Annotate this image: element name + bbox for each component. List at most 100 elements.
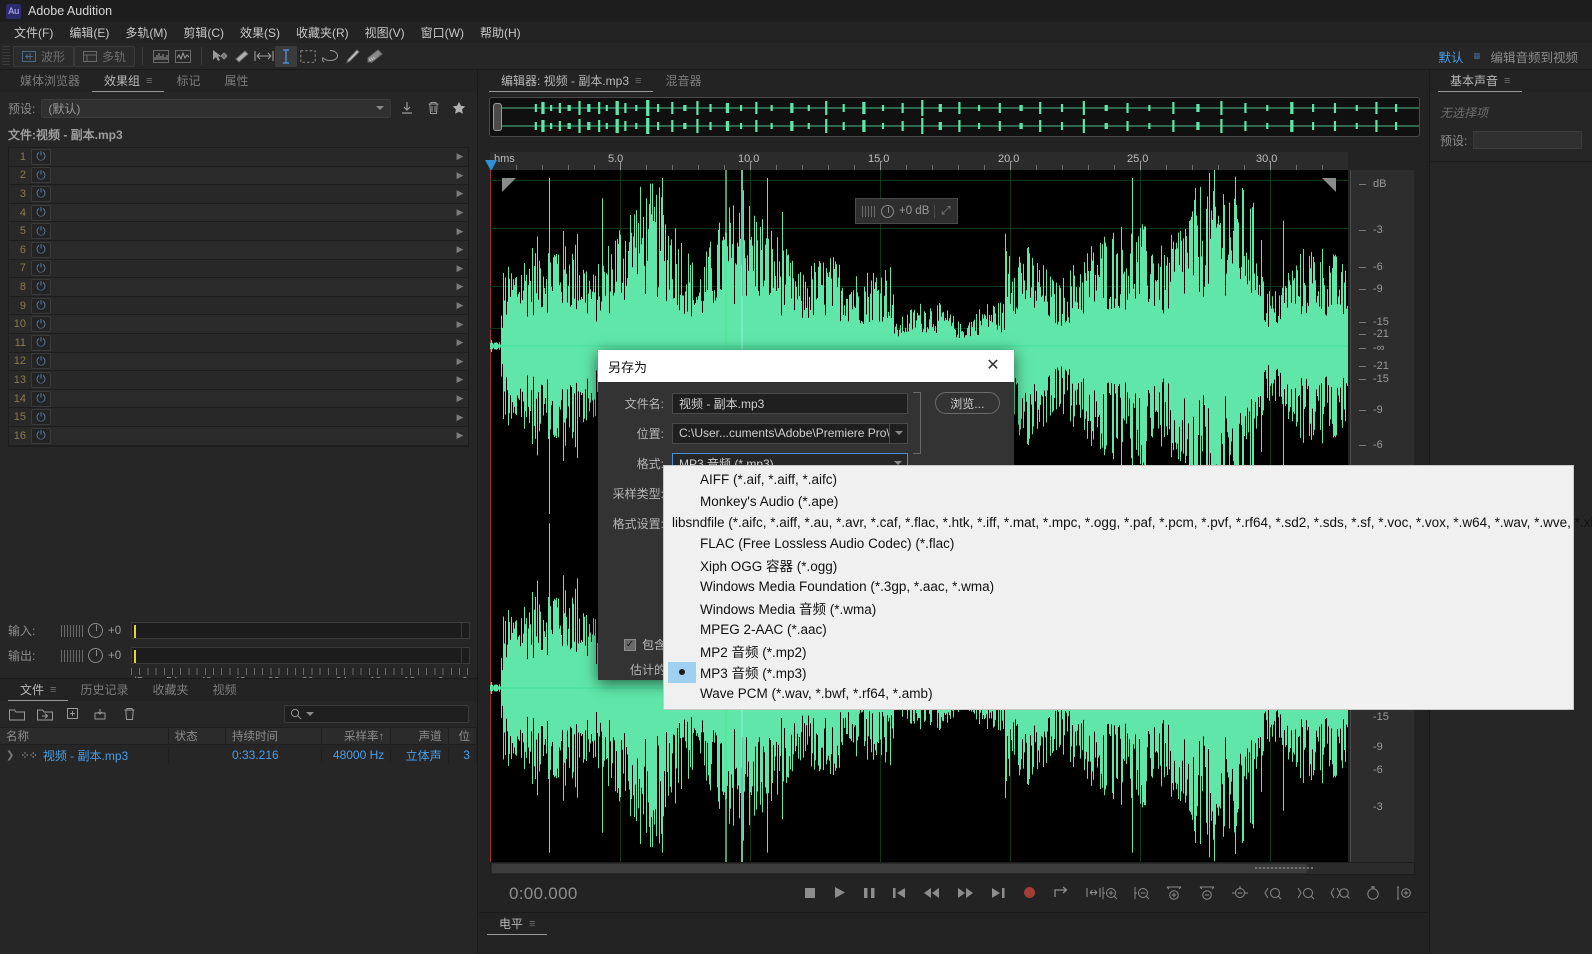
skip-start-icon[interactable] bbox=[893, 887, 906, 902]
chevron-right-icon[interactable]: ▶ bbox=[452, 151, 468, 162]
effect-slot[interactable]: 10⏻▶ bbox=[9, 315, 468, 334]
power-icon[interactable]: ⏻ bbox=[31, 409, 51, 425]
menu-file[interactable]: 文件(F) bbox=[6, 22, 61, 43]
chevron-right-icon[interactable]: ▶ bbox=[452, 207, 468, 218]
zoom-point-icon[interactable] bbox=[1396, 885, 1413, 904]
effect-slot[interactable]: 8⏻▶ bbox=[9, 278, 468, 297]
tab-video[interactable]: 视频 bbox=[200, 679, 248, 701]
chevron-right-icon[interactable]: ▶ bbox=[452, 170, 468, 181]
export-file-icon[interactable] bbox=[92, 705, 110, 723]
dropdown-item-mpeg2-aac[interactable]: MPEG 2-AAC (*.aac) bbox=[664, 619, 1573, 640]
power-icon[interactable]: ⏻ bbox=[31, 353, 51, 369]
zoom-out-full-icon[interactable] bbox=[1231, 885, 1249, 904]
effect-slot[interactable]: 14⏻▶ bbox=[9, 390, 468, 409]
power-icon[interactable]: ⏻ bbox=[31, 298, 51, 314]
chevron-right-icon[interactable]: ▶ bbox=[452, 337, 468, 348]
effects-panel-menu-icon[interactable]: ≡ bbox=[146, 70, 152, 92]
zoom-in-time-icon[interactable] bbox=[1101, 885, 1118, 904]
text-cursor-icon[interactable] bbox=[275, 46, 297, 67]
open-file-icon[interactable] bbox=[8, 705, 26, 723]
waveform-view-button[interactable]: 波形 bbox=[13, 46, 74, 67]
power-icon[interactable]: ⏻ bbox=[31, 316, 51, 332]
fast-forward-icon[interactable] bbox=[958, 887, 974, 902]
tab-favorites[interactable]: 收藏夹 bbox=[140, 679, 200, 701]
tab-levels[interactable]: 电平 ≡ bbox=[487, 913, 547, 935]
effect-slot[interactable]: 5⏻▶ bbox=[9, 222, 468, 241]
scrollbar-grip-dots[interactable] bbox=[1254, 866, 1314, 871]
chevron-right-icon[interactable]: ▶ bbox=[452, 430, 468, 441]
preset-combo[interactable]: (默认) bbox=[41, 99, 391, 118]
column-duration[interactable]: 持续时间 bbox=[226, 728, 322, 744]
chevron-right-icon[interactable]: ▶ bbox=[452, 319, 468, 330]
chevron-right-icon[interactable]: ▶ bbox=[452, 300, 468, 311]
overview-left-handle[interactable] bbox=[493, 103, 502, 131]
column-channels[interactable]: 声道 bbox=[391, 728, 448, 744]
workspace-name-label[interactable]: 编辑音频到视频 bbox=[1490, 47, 1578, 66]
tab-editor[interactable]: 编辑器: 视频 - 副本.mp3 ≡ bbox=[489, 70, 653, 92]
column-status[interactable]: 状态 bbox=[169, 728, 226, 744]
lasso-selection-icon[interactable] bbox=[319, 46, 341, 67]
spot-healing-brush-icon[interactable] bbox=[363, 46, 385, 67]
chevron-right-icon[interactable]: ▶ bbox=[452, 412, 468, 423]
power-icon[interactable]: ⏻ bbox=[31, 242, 51, 258]
menu-effects[interactable]: 效果(S) bbox=[232, 22, 288, 43]
marquee-selection-icon[interactable] bbox=[297, 46, 319, 67]
horizontal-scrollbar[interactable] bbox=[490, 862, 1415, 875]
essential-panel-menu-icon[interactable]: ≡ bbox=[1504, 70, 1510, 92]
power-icon[interactable]: ⏻ bbox=[31, 205, 51, 221]
effect-slot[interactable]: 16⏻▶ bbox=[9, 427, 468, 446]
dropdown-item-wmf[interactable]: Windows Media Foundation (*.3gp, *.aac, … bbox=[664, 576, 1573, 597]
dropdown-item-wma[interactable]: Windows Media 音频 (*.wma) bbox=[664, 597, 1573, 618]
effect-slot[interactable]: 2⏻▶ bbox=[9, 167, 468, 186]
column-name[interactable]: 名称 bbox=[0, 728, 169, 744]
tab-history[interactable]: 历史记录 bbox=[68, 679, 140, 701]
power-icon[interactable]: ⏻ bbox=[31, 391, 51, 407]
new-file-icon[interactable] bbox=[64, 705, 82, 723]
output-level-meter[interactable] bbox=[131, 647, 470, 664]
clip-gain-control[interactable]: +0 dB ⤢ bbox=[855, 198, 958, 224]
tab-effects-rack[interactable]: 效果组 ≡ bbox=[92, 70, 164, 92]
zoom-in-amplitude-icon[interactable] bbox=[1165, 885, 1183, 904]
chevron-right-icon[interactable]: ▶ bbox=[452, 244, 468, 255]
files-search-input[interactable] bbox=[284, 705, 469, 723]
multitrack-view-button[interactable]: 多轨 bbox=[74, 46, 135, 67]
effect-slot[interactable]: 9⏻▶ bbox=[9, 297, 468, 316]
stop-icon[interactable] bbox=[804, 887, 816, 902]
skip-end-icon[interactable] bbox=[992, 887, 1005, 902]
tab-media-browser[interactable]: 媒体浏览器 bbox=[8, 70, 92, 92]
chevron-right-icon[interactable]: ▶ bbox=[452, 226, 468, 237]
expand-chevron-icon[interactable]: ❯ bbox=[6, 750, 14, 761]
power-icon[interactable]: ⏻ bbox=[31, 428, 51, 444]
import-file-icon[interactable] bbox=[36, 705, 54, 723]
toolbar-grip[interactable] bbox=[2, 46, 10, 66]
chevron-right-icon[interactable]: ▶ bbox=[452, 374, 468, 385]
rewind-icon[interactable] bbox=[924, 887, 940, 902]
zoom-out-amplitude-icon[interactable] bbox=[1198, 885, 1216, 904]
menu-window[interactable]: 窗口(W) bbox=[413, 22, 472, 43]
location-input[interactable]: C:\User...cuments\Adobe\Premiere Pro\13.… bbox=[672, 423, 908, 444]
effect-slot[interactable]: 7⏻▶ bbox=[9, 260, 468, 279]
output-gain-knob[interactable] bbox=[88, 648, 103, 663]
power-icon[interactable]: ⏻ bbox=[31, 223, 51, 239]
pin-icon[interactable]: ⤢ bbox=[934, 205, 950, 218]
zoom-in-left-icon[interactable] bbox=[1264, 885, 1282, 904]
tab-mixer[interactable]: 混音器 bbox=[653, 70, 713, 92]
column-bit-depth[interactable]: 位 bbox=[449, 728, 477, 744]
favorite-star-icon[interactable] bbox=[449, 98, 469, 118]
chevron-right-icon[interactable]: ▶ bbox=[452, 356, 468, 367]
table-row[interactable]: ❯ ⁘⁘ 视频 - 副本.mp3 0:33.216 48000 Hz 立体声 3 bbox=[0, 745, 477, 765]
zoom-selection-icon[interactable] bbox=[1330, 885, 1350, 904]
tab-essential-sound[interactable]: 基本声音 ≡ bbox=[1438, 70, 1522, 92]
chevron-right-icon[interactable]: ▶ bbox=[452, 188, 468, 199]
menu-favorites[interactable]: 收藏夹(R) bbox=[288, 22, 357, 43]
record-icon[interactable] bbox=[1023, 886, 1036, 902]
slip-tool-icon[interactable] bbox=[231, 46, 253, 67]
dropdown-item-libsndfile[interactable]: libsndfile (*.aifc, *.aiff, *.au, *.avr,… bbox=[664, 512, 1573, 533]
overview-navigator[interactable] bbox=[489, 97, 1420, 137]
power-icon[interactable]: ⏻ bbox=[31, 279, 51, 295]
close-file-icon[interactable] bbox=[120, 705, 138, 723]
zoom-out-time-icon[interactable] bbox=[1133, 885, 1150, 904]
effect-slot[interactable]: 4⏻▶ bbox=[9, 204, 468, 223]
move-tool-icon[interactable] bbox=[209, 46, 231, 67]
time-code-display[interactable]: 0:00.000 bbox=[479, 884, 578, 904]
